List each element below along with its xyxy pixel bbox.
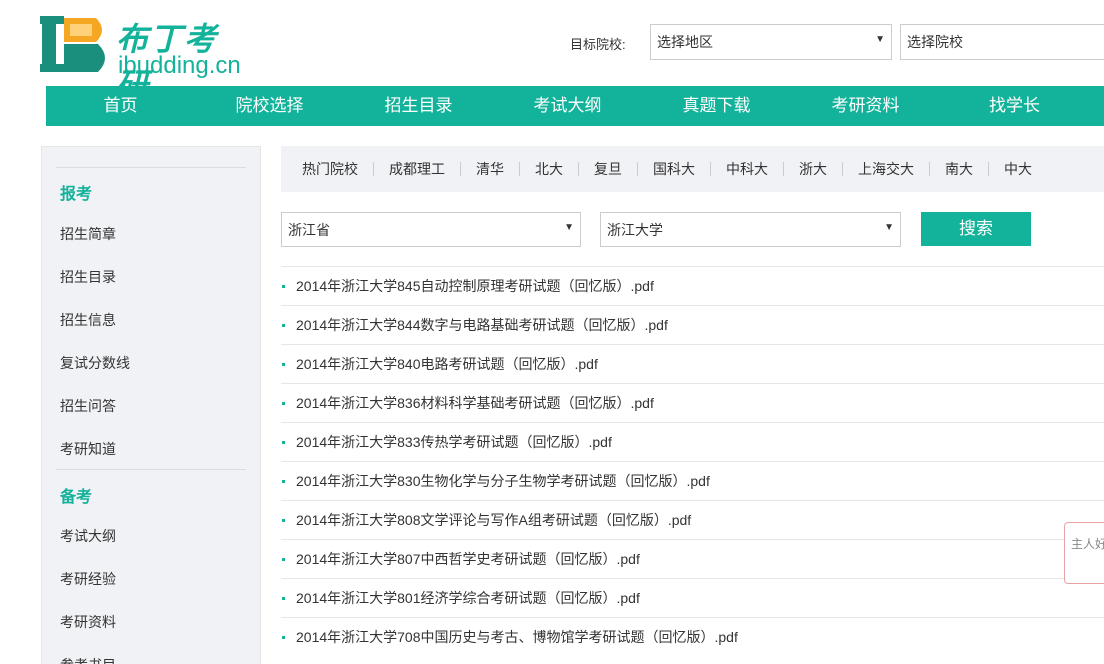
hot-school-link[interactable]: 清华	[461, 162, 520, 176]
list-item[interactable]: 2014年浙江大学830生物化学与分子生物学考研试题（回忆版）.pdf	[281, 461, 1104, 500]
target-school-label: 目标院校:	[570, 37, 626, 52]
file-link[interactable]: 2014年浙江大学833传热学考研试题（回忆版）.pdf	[296, 432, 612, 452]
nav-item-school-selection[interactable]: 院校选择	[195, 86, 344, 126]
hot-school-link[interactable]: 南大	[930, 162, 989, 176]
file-link[interactable]: 2014年浙江大学836材料科学基础考研试题（回忆版）.pdf	[296, 393, 654, 413]
hot-schools-label: 热门院校	[287, 162, 374, 176]
sidebar-section-apply: 报考	[60, 186, 93, 203]
region-select[interactable]: 选择地区 ▼	[650, 24, 892, 60]
nav-item-admission-catalog[interactable]: 招生目录	[344, 86, 493, 126]
chat-widget[interactable]: 主人好	[1064, 522, 1104, 584]
province-select[interactable]: 浙江省 ▼	[281, 212, 581, 247]
sidebar-item-info[interactable]: 招生信息	[60, 310, 116, 330]
site-logo[interactable]: 布丁考研 ibudding.cn	[40, 12, 250, 104]
sidebar: 报考 招生简章 招生目录 招生信息 复试分数线 招生问答 考研知道 备考 考试大…	[41, 146, 261, 664]
search-button[interactable]: 搜索	[921, 212, 1031, 246]
dropdown-arrow-icon: ▼	[875, 34, 885, 45]
bullet-icon	[282, 401, 285, 405]
school-input[interactable]: 选择院校	[900, 24, 1104, 60]
nav-item-materials[interactable]: 考研资料	[791, 86, 940, 126]
hot-school-link[interactable]: 浙大	[784, 162, 843, 176]
list-item[interactable]: 2014年浙江大学808文学评论与写作A组考研试题（回忆版）.pdf	[281, 500, 1104, 539]
list-item[interactable]: 2014年浙江大学840电路考研试题（回忆版）.pdf	[281, 344, 1104, 383]
sidebar-item-materials[interactable]: 考研资料	[60, 612, 116, 632]
region-select-value: 选择地区	[657, 34, 713, 50]
file-link[interactable]: 2014年浙江大学708中国历史与考古、博物馆学考研试题（回忆版）.pdf	[296, 627, 738, 647]
bullet-icon	[282, 596, 285, 600]
dropdown-arrow-icon: ▼	[564, 222, 574, 233]
bullet-icon	[282, 479, 285, 483]
file-link[interactable]: 2014年浙江大学844数字与电路基础考研试题（回忆版）.pdf	[296, 315, 668, 335]
sidebar-item-syllabus[interactable]: 考试大纲	[60, 526, 116, 546]
nav-item-exam-syllabus[interactable]: 考试大纲	[493, 86, 642, 126]
bullet-icon	[282, 557, 285, 561]
chat-greeting: 主人好	[1071, 537, 1104, 551]
bullet-icon	[282, 635, 285, 639]
list-item[interactable]: 2014年浙江大学844数字与电路基础考研试题（回忆版）.pdf	[281, 305, 1104, 344]
school-input-value: 选择院校	[907, 34, 963, 50]
nav-item-home[interactable]: 首页	[46, 86, 195, 126]
hot-school-link[interactable]: 中大	[989, 162, 1047, 176]
file-link[interactable]: 2014年浙江大学801经济学综合考研试题（回忆版）.pdf	[296, 588, 640, 608]
sidebar-section-prepare: 备考	[60, 489, 93, 506]
sidebar-item-retest-score[interactable]: 复试分数线	[60, 353, 130, 373]
sidebar-item-catalog[interactable]: 招生目录	[60, 267, 116, 287]
logo-domain-text: ibudding.cn	[118, 52, 241, 79]
sidebar-item-reference-books[interactable]: 参考书目	[60, 655, 116, 664]
list-item[interactable]: 2014年浙江大学708中国历史与考古、博物馆学考研试题（回忆版）.pdf	[281, 617, 1104, 656]
hot-school-link[interactable]: 中科大	[711, 162, 784, 176]
file-link[interactable]: 2014年浙江大学845自动控制原理考研试题（回忆版）.pdf	[296, 276, 654, 296]
past-paper-list: 2014年浙江大学845自动控制原理考研试题（回忆版）.pdf 2014年浙江大…	[281, 266, 1104, 656]
hot-schools-bar: 热门院校 成都理工 清华 北大 复旦 国科大 中科大 浙大 上海交大 南大 中大	[281, 146, 1104, 192]
main-nav: 首页 院校选择 招生目录 考试大纲 真题下载 考研资料 找学长	[46, 86, 1104, 126]
file-link[interactable]: 2014年浙江大学840电路考研试题（回忆版）.pdf	[296, 354, 598, 374]
list-item[interactable]: 2014年浙江大学845自动控制原理考研试题（回忆版）.pdf	[281, 266, 1104, 305]
bullet-icon	[282, 440, 285, 444]
list-item[interactable]: 2014年浙江大学807中西哲学史考研试题（回忆版）.pdf	[281, 539, 1104, 578]
file-link[interactable]: 2014年浙江大学830生物化学与分子生物学考研试题（回忆版）.pdf	[296, 471, 710, 491]
list-item[interactable]: 2014年浙江大学833传热学考研试题（回忆版）.pdf	[281, 422, 1104, 461]
sidebar-divider	[56, 469, 246, 470]
list-item[interactable]: 2014年浙江大学836材料科学基础考研试题（回忆版）.pdf	[281, 383, 1104, 422]
dropdown-arrow-icon: ▼	[884, 222, 894, 233]
hot-school-link[interactable]: 国科大	[638, 162, 711, 176]
bullet-icon	[282, 284, 285, 288]
sidebar-divider	[56, 167, 246, 168]
logo-mark-icon	[40, 16, 105, 72]
bullet-icon	[282, 323, 285, 327]
sidebar-item-qa[interactable]: 招生问答	[60, 396, 116, 416]
bullet-icon	[282, 518, 285, 522]
university-select[interactable]: 浙江大学 ▼	[600, 212, 901, 247]
nav-item-find-senior[interactable]: 找学长	[940, 86, 1089, 126]
province-select-value: 浙江省	[288, 221, 330, 238]
sidebar-item-brochure[interactable]: 招生简章	[60, 224, 116, 244]
nav-item-past-papers[interactable]: 真题下载	[642, 86, 791, 126]
hot-school-link[interactable]: 成都理工	[374, 162, 461, 176]
university-select-value: 浙江大学	[607, 221, 663, 238]
hot-school-link[interactable]: 上海交大	[843, 162, 930, 176]
sidebar-item-knowledge[interactable]: 考研知道	[60, 439, 116, 459]
hot-school-link[interactable]: 复旦	[579, 162, 638, 176]
file-link[interactable]: 2014年浙江大学808文学评论与写作A组考研试题（回忆版）.pdf	[296, 510, 691, 530]
hot-school-link[interactable]: 北大	[520, 162, 579, 176]
sidebar-item-experience[interactable]: 考研经验	[60, 569, 116, 589]
file-link[interactable]: 2014年浙江大学807中西哲学史考研试题（回忆版）.pdf	[296, 549, 640, 569]
bullet-icon	[282, 362, 285, 366]
list-item[interactable]: 2014年浙江大学801经济学综合考研试题（回忆版）.pdf	[281, 578, 1104, 617]
